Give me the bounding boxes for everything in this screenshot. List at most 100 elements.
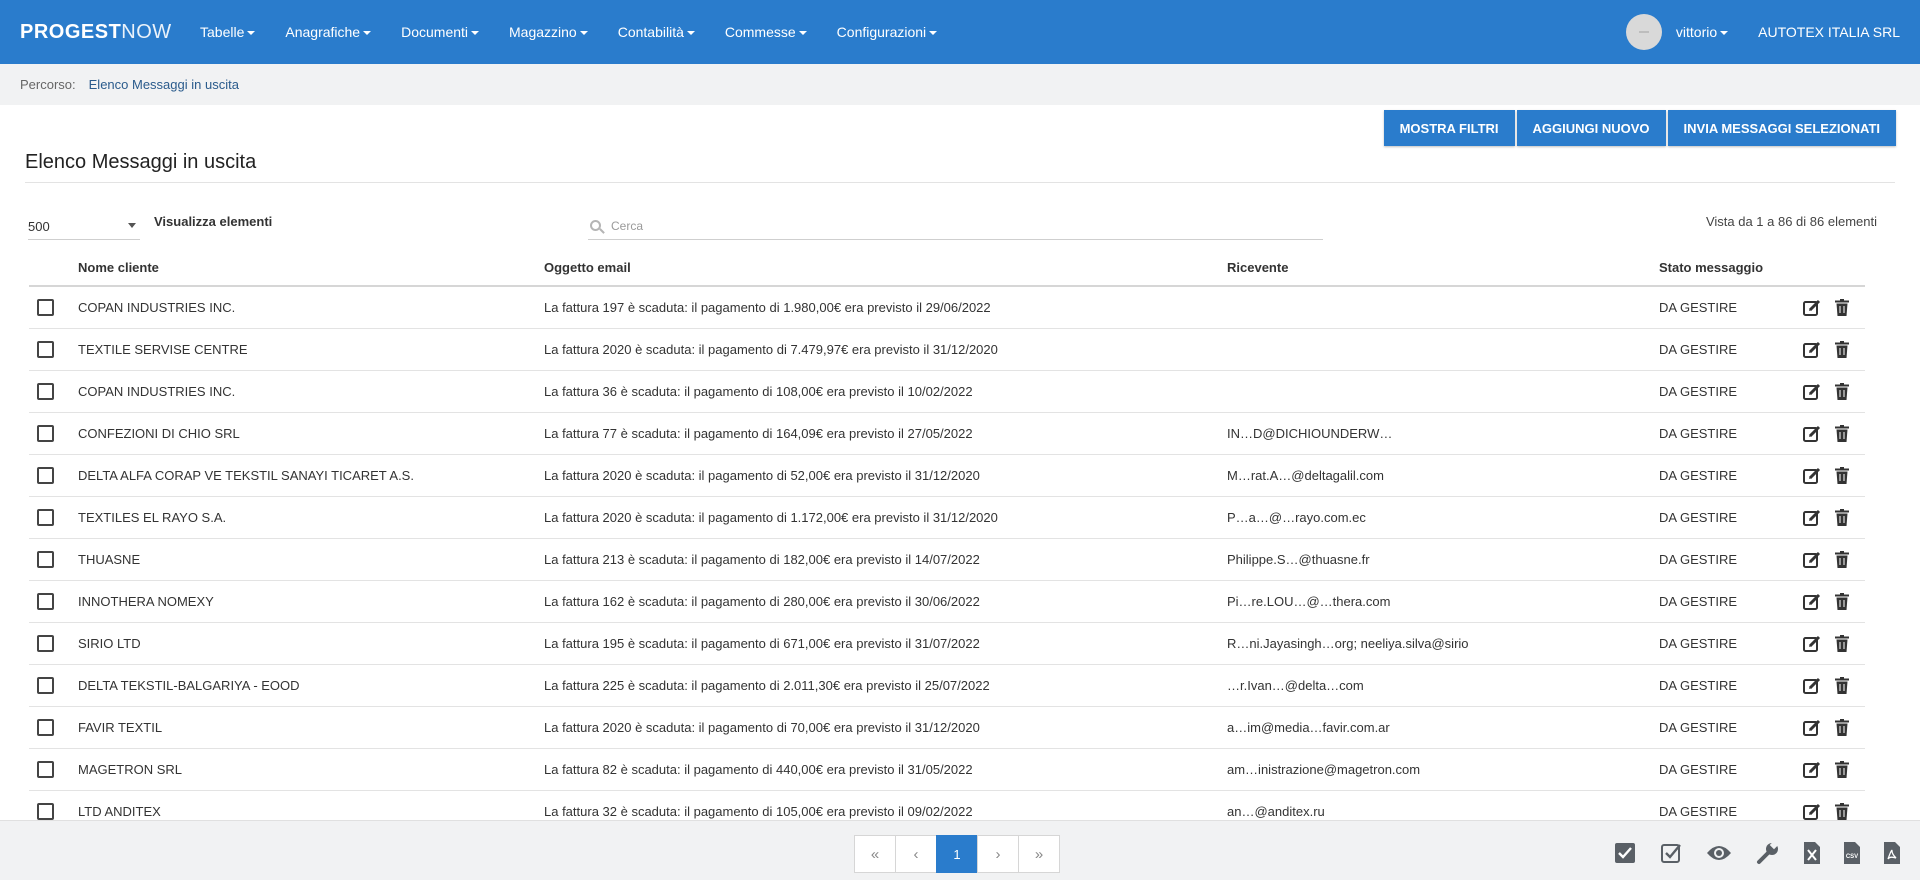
pdf-icon[interactable] [1884, 842, 1900, 864]
cell-client-name: FAVIR TEXTIL [78, 706, 544, 749]
header-recipient[interactable]: Ricevente [1227, 250, 1659, 287]
cell-recipient [1227, 286, 1659, 329]
caret-down-icon [1720, 30, 1729, 35]
edit-icon[interactable] [1803, 761, 1821, 779]
search-input[interactable] [611, 218, 1261, 233]
cell-email-subject: La fattura 2020 è scaduta: il pagamento … [544, 496, 1227, 539]
table-row[interactable]: CONFEZIONI DI CHIO SRL La fattura 77 è sc… [29, 412, 1865, 455]
trash-icon[interactable] [1835, 803, 1849, 820]
edit-icon[interactable] [1803, 509, 1821, 527]
table-row[interactable]: FAVIR TEXTIL La fattura 2020 è scaduta: i… [29, 706, 1865, 749]
row-checkbox[interactable] [37, 467, 54, 484]
avatar[interactable] [1625, 14, 1662, 50]
page-size-select[interactable]: 500 [28, 214, 140, 240]
edit-icon[interactable] [1803, 635, 1821, 653]
row-checkbox[interactable] [37, 551, 54, 568]
row-checkbox[interactable] [37, 677, 54, 694]
table-row[interactable]: DELTA ALFA CORAP VE TEKSTIL SANAYI TICAR… [29, 454, 1865, 497]
prev-page-button[interactable]: ‹ [895, 835, 937, 873]
show-filters-button[interactable]: MOSTRA FILTRI [1383, 110, 1515, 146]
row-actions-cell [1801, 328, 1865, 371]
trash-icon[interactable] [1835, 635, 1849, 652]
table-row[interactable]: SIRIO LTD La fattura 195 è scaduta: il pa… [29, 622, 1865, 665]
breadcrumb-current[interactable]: Elenco Messaggi in uscita [89, 77, 239, 92]
row-checkbox[interactable] [37, 719, 54, 736]
edit-icon[interactable] [1803, 677, 1821, 695]
cell-status: DA GESTIRE [1659, 412, 1801, 455]
last-page-button[interactable]: » [1018, 835, 1060, 873]
trash-icon[interactable] [1835, 383, 1849, 400]
table-row[interactable]: TEXTILES EL RAYO S.A. La fattura 2020 è s… [29, 496, 1865, 539]
trash-icon[interactable] [1835, 425, 1849, 442]
edit-icon[interactable] [1803, 425, 1821, 443]
messages-table-container[interactable]: Nome cliente Oggetto email Ricevente Sta… [29, 250, 1865, 820]
row-actions-cell [1801, 790, 1865, 821]
edit-icon[interactable] [1803, 383, 1821, 401]
table-row[interactable]: TEXTILE SERVISE CENTRE La fattura 2020 è … [29, 328, 1865, 371]
cell-recipient: IN…D@DICHIOUNDERW… [1227, 412, 1659, 455]
select-all-icon[interactable] [1614, 842, 1636, 864]
edit-icon[interactable] [1803, 593, 1821, 611]
brand-logo[interactable]: PROGESTNOW [20, 21, 200, 44]
trash-icon[interactable] [1835, 593, 1849, 610]
header-name[interactable]: Nome cliente [78, 250, 544, 287]
table-row[interactable]: MAGETRON SRL La fattura 82 è scaduta: il … [29, 748, 1865, 791]
company-name[interactable]: AUTOTEX ITALIA SRL [1758, 24, 1900, 40]
eye-icon[interactable] [1706, 844, 1732, 862]
edit-icon[interactable] [1803, 341, 1821, 359]
edit-icon[interactable] [1803, 719, 1821, 737]
header-status[interactable]: Stato messaggio [1659, 250, 1801, 287]
table-row[interactable]: INNOTHERA NOMEXY La fattura 162 è scaduta… [29, 580, 1865, 623]
table-row[interactable]: COPAN INDUSTRIES INC. La fattura 197 è sc… [29, 286, 1865, 329]
page-size-value: 500 [28, 219, 50, 234]
trash-icon[interactable] [1835, 509, 1849, 526]
menu-contabilita[interactable]: Contabilità [618, 24, 695, 40]
action-buttons: MOSTRA FILTRI AGGIUNGI NUOVO INVIA MESSA… [1382, 110, 1896, 146]
row-checkbox[interactable] [37, 383, 54, 400]
row-checkbox[interactable] [37, 593, 54, 610]
trash-icon[interactable] [1835, 761, 1849, 778]
row-checkbox[interactable] [37, 509, 54, 526]
breadcrumb-label: Percorso: [20, 77, 76, 92]
page-1-button[interactable]: 1 [936, 835, 978, 873]
add-new-button[interactable]: AGGIUNGI NUOVO [1516, 110, 1666, 146]
menu-tabelle[interactable]: Tabelle [200, 24, 256, 40]
menu-commesse[interactable]: Commesse [725, 24, 807, 40]
first-page-button[interactable]: « [854, 835, 896, 873]
deselect-icon[interactable] [1660, 842, 1682, 864]
edit-icon[interactable] [1803, 551, 1821, 569]
row-checkbox[interactable] [37, 299, 54, 316]
table-row[interactable]: LTD ANDITEX La fattura 32 è scaduta: il p… [29, 790, 1865, 821]
row-checkbox[interactable] [37, 761, 54, 778]
wrench-icon[interactable] [1756, 841, 1780, 865]
trash-icon[interactable] [1835, 677, 1849, 694]
menu-anagrafiche[interactable]: Anagrafiche [285, 24, 372, 40]
row-checkbox[interactable] [37, 635, 54, 652]
menu-documenti[interactable]: Documenti [401, 24, 480, 40]
next-page-button[interactable]: › [977, 835, 1019, 873]
row-checkbox[interactable] [37, 425, 54, 442]
excel-icon[interactable] [1804, 842, 1820, 864]
trash-icon[interactable] [1835, 341, 1849, 358]
trash-icon[interactable] [1835, 719, 1849, 736]
user-menu[interactable]: vittorio [1676, 24, 1729, 40]
row-checkbox[interactable] [37, 341, 54, 358]
trash-icon[interactable] [1835, 551, 1849, 568]
trash-icon[interactable] [1835, 299, 1849, 316]
table-row[interactable]: DELTA TEKSTIL-BALGARIYA - EOOD La fattura… [29, 664, 1865, 707]
edit-icon[interactable] [1803, 467, 1821, 485]
edit-icon[interactable] [1803, 299, 1821, 317]
csv-icon[interactable]: CSV [1844, 842, 1860, 864]
edit-icon[interactable] [1803, 803, 1821, 821]
cell-client-name: INNOTHERA NOMEXY [78, 580, 544, 623]
header-subject[interactable]: Oggetto email [544, 250, 1227, 287]
menu-magazzino[interactable]: Magazzino [509, 24, 588, 40]
table-row[interactable]: THUASNE La fattura 213 è scaduta: il paga… [29, 538, 1865, 581]
row-checkbox[interactable] [37, 803, 54, 820]
menu-configurazioni[interactable]: Configurazioni [837, 24, 938, 40]
top-navbar: PROGESTNOW Tabelle Anagrafiche Documenti… [0, 0, 1920, 64]
caret-down-icon [247, 30, 256, 35]
send-selected-button[interactable]: INVIA MESSAGGI SELEZIONATI [1667, 110, 1896, 146]
trash-icon[interactable] [1835, 467, 1849, 484]
table-row[interactable]: COPAN INDUSTRIES INC. La fattura 36 è sca… [29, 370, 1865, 413]
